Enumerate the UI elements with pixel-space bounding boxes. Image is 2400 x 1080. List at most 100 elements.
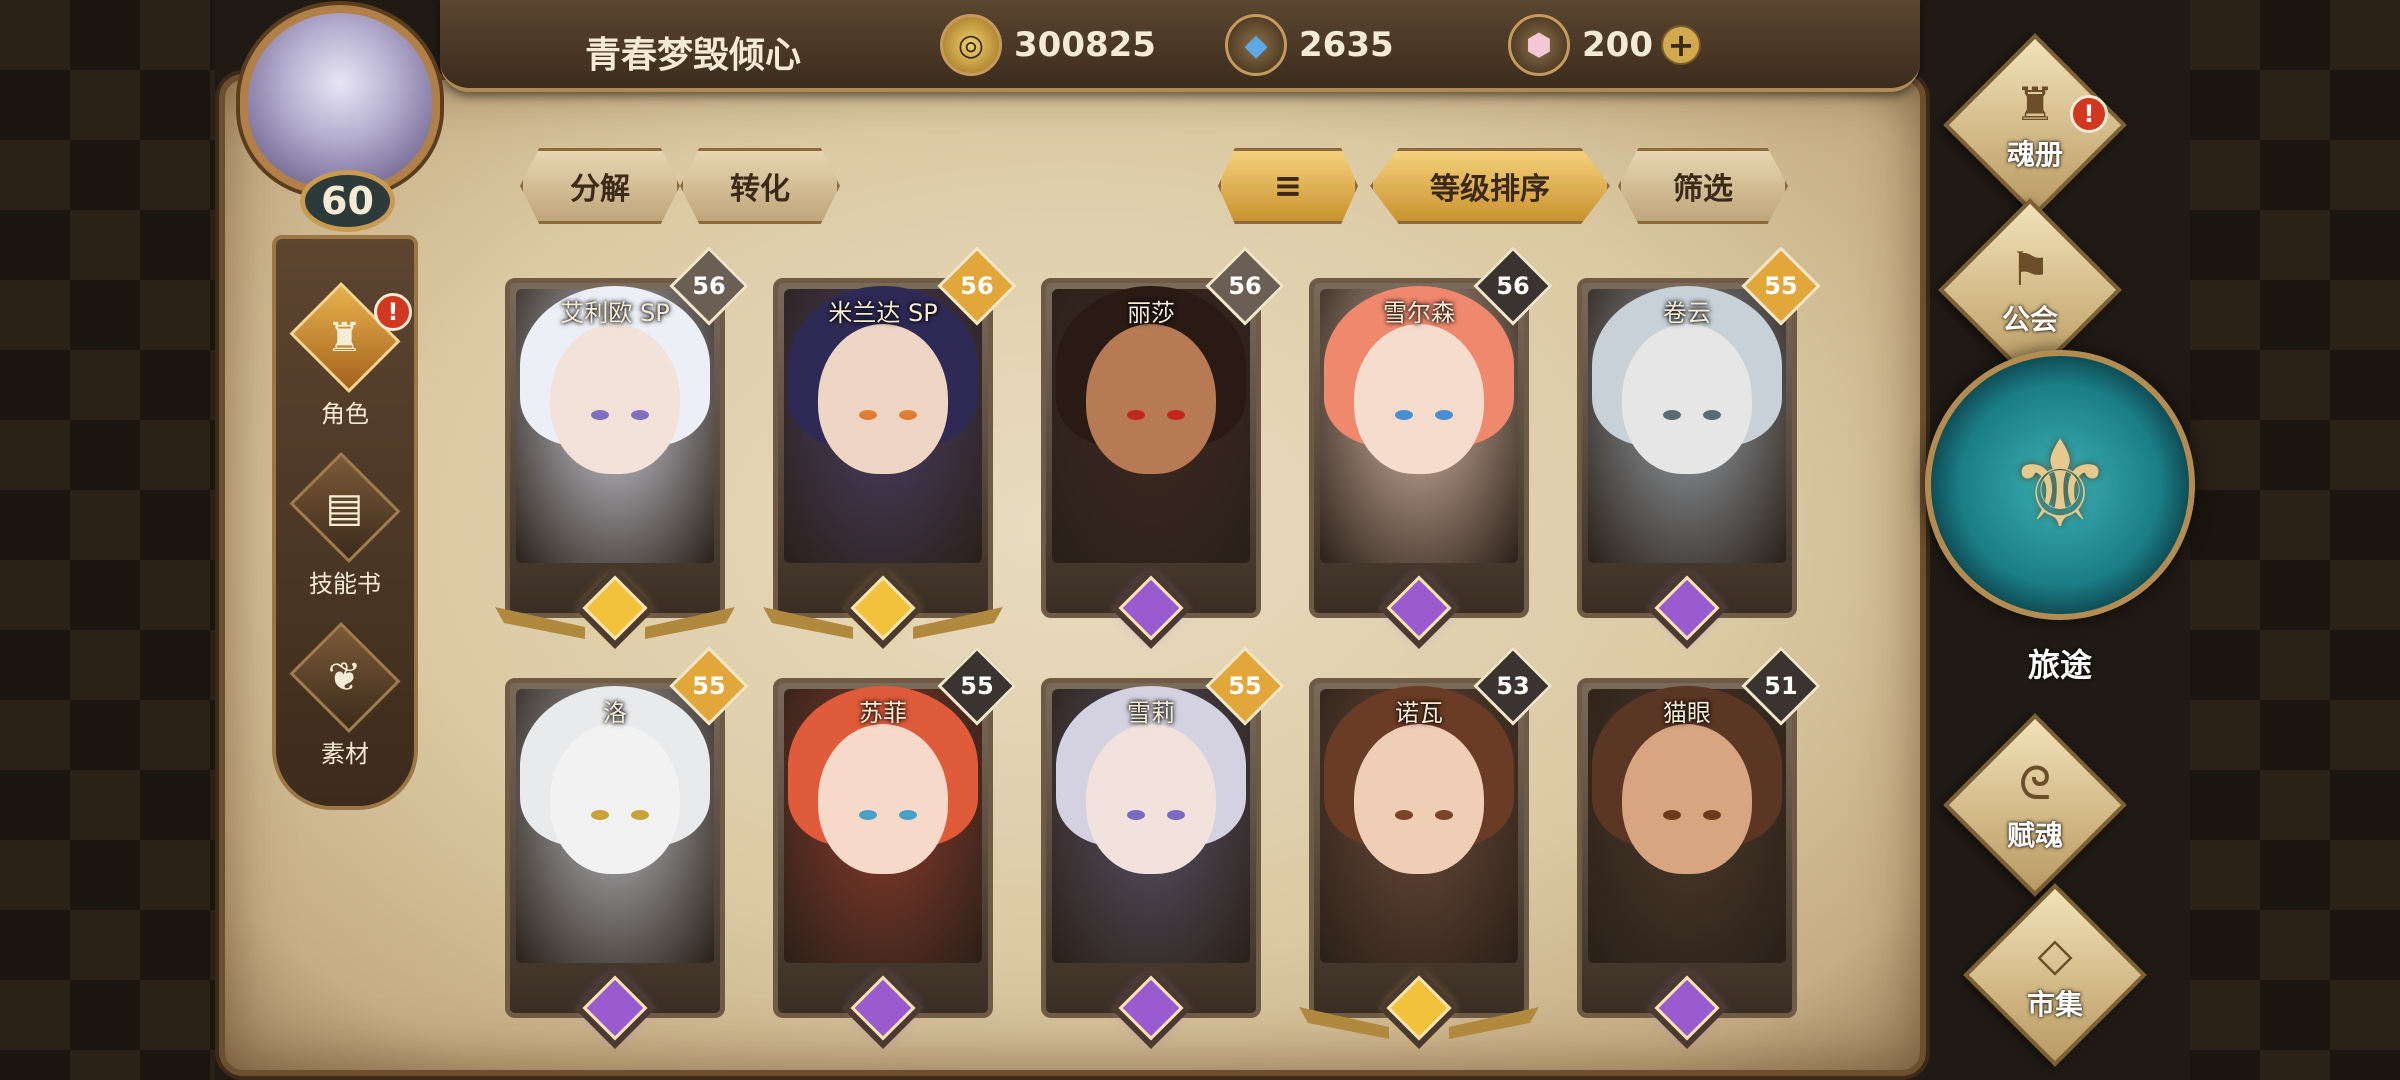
character-level: 56 xyxy=(960,272,994,300)
add-gem-button[interactable]: + xyxy=(1660,25,1701,65)
character-level: 55 xyxy=(692,672,726,700)
portrait-eye xyxy=(591,409,610,420)
card-frame: 苏菲 xyxy=(773,678,993,1018)
portrait-eye xyxy=(1395,809,1414,820)
top-bar: 青春梦毁倾心 ◎ 300825 ◆ 2635 ⬢ 200 + xyxy=(440,0,1920,92)
portrait-face xyxy=(550,323,680,474)
portrait-eye xyxy=(1395,409,1414,420)
portrait-eye xyxy=(1702,409,1721,420)
nav-item-characters[interactable]: ♜ 角色 ! xyxy=(280,279,412,429)
rarity-base xyxy=(525,973,705,1043)
nav-label-materials: 素材 xyxy=(321,740,369,768)
convert-button[interactable]: 转化 xyxy=(680,148,840,224)
character-portrait xyxy=(1052,285,1250,563)
rarity-gem-icon xyxy=(1386,575,1452,641)
soul-grant-button[interactable]: ᘓ 赋魂 xyxy=(1920,713,2150,897)
character-level: 55 xyxy=(1764,272,1798,300)
portrait-eye xyxy=(898,809,917,820)
journey-emblem-icon: ⚜ xyxy=(2006,415,2114,555)
avatar[interactable] xyxy=(240,5,440,195)
flame-swirl-icon: ᘓ xyxy=(2018,756,2052,810)
character-level: 51 xyxy=(1764,672,1798,700)
nav-item-materials[interactable]: ❦ 素材 xyxy=(280,619,410,769)
rarity-gem-icon xyxy=(1118,575,1184,641)
rarity-gem-icon xyxy=(1654,975,1720,1041)
guild-button[interactable]: ⚑ 公会 xyxy=(1915,198,2145,382)
portrait-eye xyxy=(1702,809,1721,820)
player-avatar-frame[interactable]: 60 xyxy=(215,0,485,240)
portrait-eye xyxy=(1434,409,1453,420)
character-portrait xyxy=(1320,285,1518,563)
portrait-eye xyxy=(1663,809,1682,820)
card-frame: 米兰达 SP xyxy=(773,278,993,618)
character-portrait xyxy=(516,285,714,563)
portrait-eye xyxy=(1663,409,1682,420)
card-frame: 诺瓦 xyxy=(1309,678,1529,1018)
rarity-gem-icon xyxy=(850,575,916,641)
player-name: 青春梦毁倾心 xyxy=(585,35,802,76)
rarity-base xyxy=(1061,573,1241,643)
portrait-eye xyxy=(630,809,649,820)
helmet-icon: ♜ xyxy=(327,314,363,361)
rarity-base xyxy=(1597,573,1777,643)
characters-alert-badge: ! xyxy=(374,293,412,331)
nav-label-characters: 角色 xyxy=(321,400,369,428)
sort-by-level-button[interactable]: 等级排序 xyxy=(1370,148,1610,224)
filter-button[interactable]: 筛选 xyxy=(1618,148,1788,224)
card-frame: 雪莉 xyxy=(1041,678,1261,1018)
right-background xyxy=(2190,0,2400,1080)
character-card[interactable]: 雪尔森 56 xyxy=(1309,246,1553,643)
character-card[interactable]: 猫眼 51 xyxy=(1577,646,1821,1043)
character-level: 55 xyxy=(960,672,994,700)
diamond-icon: ◇ xyxy=(2037,927,2073,981)
character-level: 55 xyxy=(1228,672,1262,700)
portrait-face xyxy=(550,723,680,874)
rarity-gem-icon xyxy=(582,575,648,641)
rarity-base xyxy=(763,573,973,643)
portrait-face xyxy=(1622,723,1752,874)
portrait-eye xyxy=(859,809,878,820)
gold-coin-icon: ◎ xyxy=(940,14,1002,76)
character-card[interactable]: 丽莎 56 xyxy=(1041,246,1285,643)
left-nav-panel: ♜ 角色 ! ▤ 技能书 ❦ 素材 xyxy=(272,235,418,810)
character-card[interactable]: 雪莉 55 xyxy=(1041,646,1285,1043)
crystal-value: 2635 xyxy=(1299,25,1394,65)
nav-item-skill-books[interactable]: ▤ 技能书 xyxy=(280,449,410,599)
material-icon: ❦ xyxy=(328,654,362,701)
rarity-gem-icon xyxy=(1118,975,1184,1041)
portrait-eye xyxy=(1127,809,1146,820)
soul-book-label: 魂册 xyxy=(2006,138,2063,171)
rarity-base xyxy=(495,573,705,643)
soul-grant-label: 赋魂 xyxy=(2006,819,2063,852)
character-portrait xyxy=(784,685,982,963)
character-level: 56 xyxy=(692,272,726,300)
character-level: 56 xyxy=(1228,272,1262,300)
nav-label-skill-books: 技能书 xyxy=(309,570,381,598)
market-button[interactable]: ◇ 市集 xyxy=(1940,883,2170,1067)
portrait-eye xyxy=(630,409,649,420)
character-card[interactable]: 诺瓦 53 xyxy=(1299,646,1553,1043)
portrait-face xyxy=(1354,723,1484,874)
character-card[interactable]: 艾利欧 SP 56 xyxy=(495,246,749,643)
journey-button[interactable]: ⚜ 旅途 xyxy=(1925,350,2195,690)
sort-order-button[interactable]: ≡ xyxy=(1218,148,1358,224)
card-frame: 雪尔森 xyxy=(1309,278,1529,618)
journey-label: 旅途 xyxy=(2027,646,2092,684)
character-card[interactable]: 苏菲 55 xyxy=(773,646,1017,1043)
pink-gem-icon: ⬢ xyxy=(1508,14,1570,76)
soul-book-button[interactable]: ♜ 魂册 ! xyxy=(1920,33,2150,217)
character-card[interactable]: 洛 55 xyxy=(505,646,749,1043)
character-portrait xyxy=(1588,285,1786,563)
decompose-button[interactable]: 分解 xyxy=(520,148,680,224)
gold-currency: ◎ 300825 xyxy=(940,14,1156,76)
character-card[interactable]: 卷云 55 xyxy=(1577,246,1821,643)
soul-book-alert-badge: ! xyxy=(2070,95,2108,133)
character-level: 53 xyxy=(1496,672,1530,700)
market-label: 市集 xyxy=(2026,988,2083,1021)
rarity-base xyxy=(1061,973,1241,1043)
portrait-face xyxy=(1086,323,1216,474)
gem-currency[interactable]: ⬢ 200 + xyxy=(1508,14,1701,76)
guild-icon: ⚑ xyxy=(2009,242,2051,296)
character-card[interactable]: 米兰达 SP 56 xyxy=(763,246,1017,643)
soul-book-icon: ♜ xyxy=(2014,77,2056,131)
